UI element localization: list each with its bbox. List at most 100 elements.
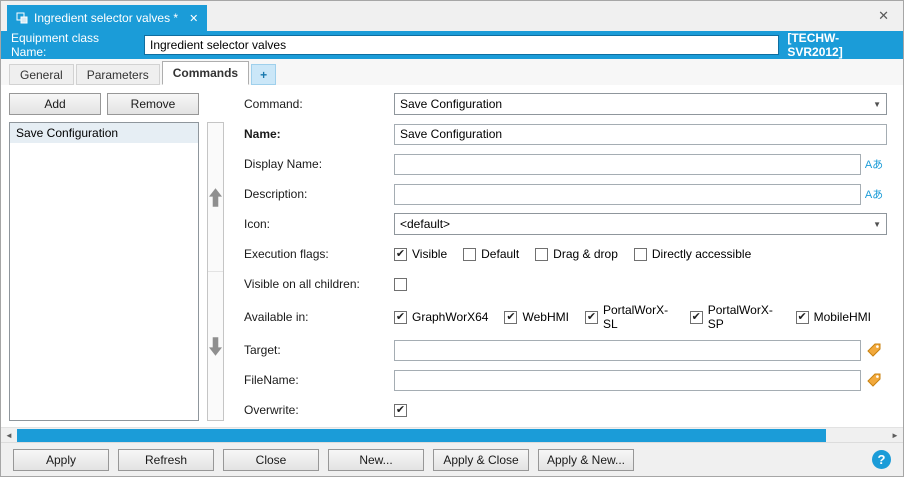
equipment-class-name-label: Equipment class Name: bbox=[11, 31, 100, 59]
checkbox-portalworx-sp[interactable]: PortalWorX-SP bbox=[689, 303, 780, 331]
description-row: Description: Aあ bbox=[244, 183, 887, 205]
tag-icon[interactable] bbox=[861, 343, 887, 357]
remove-button[interactable]: Remove bbox=[107, 93, 199, 115]
server-badge: [TECHW-SVR2012] bbox=[787, 31, 843, 59]
tag-icon[interactable] bbox=[861, 373, 887, 387]
help-icon[interactable]: ? bbox=[872, 450, 891, 469]
checkbox-graphworx64[interactable]: GraphWorX64 bbox=[394, 310, 488, 324]
target-row: Target: bbox=[244, 339, 887, 361]
tab-close-icon[interactable]: ✕ bbox=[189, 12, 198, 25]
list-item[interactable]: Save Configuration bbox=[10, 123, 198, 143]
new-button[interactable]: New... bbox=[328, 448, 424, 471]
checkbox-box bbox=[633, 247, 647, 261]
reorder-controls bbox=[207, 122, 224, 421]
checkbox-mobilehmi[interactable]: MobileHMI bbox=[795, 310, 871, 324]
checkbox-label: PortalWorX-SL bbox=[602, 303, 669, 331]
checkbox-directly-accessible[interactable]: Directly accessible bbox=[633, 247, 752, 261]
filename-row: FileName: bbox=[244, 369, 887, 391]
localize-icon[interactable]: Aあ bbox=[861, 186, 887, 202]
display-name-row: Display Name: Aあ bbox=[244, 153, 887, 175]
commands-listbox: Save Configuration bbox=[9, 122, 199, 421]
apply-button[interactable]: Apply bbox=[13, 448, 109, 471]
icon-label: Icon: bbox=[244, 217, 271, 231]
checkbox-box bbox=[689, 310, 703, 324]
checkbox-default[interactable]: Default bbox=[463, 247, 519, 261]
overwrite-row: Overwrite: bbox=[244, 399, 887, 421]
available-in-label: Available in: bbox=[244, 310, 309, 324]
checkbox-label: Drag & drop bbox=[553, 247, 618, 261]
tab-add-new[interactable]: + bbox=[251, 64, 277, 85]
apply-and-close-button[interactable]: Apply & Close bbox=[433, 448, 529, 471]
equipment-class-name-input[interactable] bbox=[144, 35, 780, 55]
checkbox-box bbox=[394, 310, 407, 324]
scroll-left-icon[interactable]: ◄ bbox=[1, 431, 17, 440]
command-label: Command: bbox=[244, 97, 303, 111]
command-form: Command: Save Configuration ▼ Name: Disp… bbox=[230, 93, 887, 421]
command-row: Command: Save Configuration ▼ bbox=[244, 93, 887, 115]
tab-parameters[interactable]: Parameters bbox=[75, 64, 160, 85]
checkbox-label: Directly accessible bbox=[651, 247, 752, 261]
refresh-button[interactable]: Refresh bbox=[118, 448, 214, 471]
checkbox-box bbox=[795, 310, 809, 324]
arrow-up-icon bbox=[209, 187, 222, 207]
scroll-right-icon[interactable]: ► bbox=[887, 431, 903, 440]
arrow-down-icon bbox=[209, 336, 222, 356]
checkbox-box bbox=[535, 247, 549, 261]
commands-panel: Add Remove Save Configuration Command: S… bbox=[1, 85, 903, 427]
checkbox-box bbox=[394, 247, 407, 261]
target-label: Target: bbox=[244, 343, 281, 357]
close-button[interactable]: Close bbox=[223, 448, 319, 471]
checkbox-visible[interactable]: Visible bbox=[394, 247, 447, 261]
document-tab[interactable]: Ingredient selector valves * ✕ bbox=[7, 5, 208, 31]
visible-on-all-children-label: Visible on all children: bbox=[244, 277, 360, 291]
display-name-input[interactable] bbox=[394, 153, 861, 175]
move-up-button[interactable] bbox=[208, 123, 223, 272]
name-label: Name: bbox=[244, 127, 281, 141]
add-button[interactable]: Add bbox=[9, 93, 101, 115]
icon-row: Icon: <default> ▼ bbox=[244, 213, 887, 235]
chevron-down-icon: ▼ bbox=[873, 99, 881, 109]
tab-general[interactable]: General bbox=[9, 64, 74, 85]
checkbox-box bbox=[584, 310, 598, 324]
apply-and-new-button[interactable]: Apply & New... bbox=[538, 448, 634, 471]
chevron-down-icon: ▼ bbox=[873, 219, 881, 229]
icon-dropdown-value: <default> bbox=[400, 217, 451, 231]
checkbox-label: MobileHMI bbox=[813, 310, 871, 324]
filename-input[interactable] bbox=[394, 369, 861, 391]
description-input[interactable] bbox=[394, 183, 861, 205]
execution-flags-label: Execution flags: bbox=[244, 247, 329, 261]
visible-on-all-children-checkbox[interactable] bbox=[394, 277, 412, 291]
tab-commands[interactable]: Commands bbox=[161, 61, 250, 85]
horizontal-scrollbar[interactable]: ◄ ► bbox=[1, 427, 903, 442]
equipment-class-editor-window: Ingredient selector valves * ✕ ✕ Equipme… bbox=[0, 0, 904, 477]
checkbox-box bbox=[463, 247, 477, 261]
overwrite-checkbox[interactable] bbox=[394, 403, 412, 417]
document-tab-bar: Ingredient selector valves * ✕ ✕ bbox=[1, 1, 903, 31]
icon-dropdown[interactable]: <default> ▼ bbox=[394, 213, 887, 235]
scrollbar-thumb[interactable] bbox=[17, 428, 827, 442]
overwrite-label: Overwrite: bbox=[244, 403, 299, 417]
available-in-row: Available in: GraphWorX64 WebHMI PortalW… bbox=[244, 303, 887, 331]
visible-on-all-children-row: Visible on all children: bbox=[244, 273, 887, 295]
localize-icon[interactable]: Aあ bbox=[861, 156, 887, 172]
checkbox-label: WebHMI bbox=[522, 310, 569, 324]
scrollbar-track[interactable] bbox=[17, 428, 887, 443]
command-dropdown-value: Save Configuration bbox=[400, 97, 503, 111]
name-input[interactable] bbox=[394, 123, 887, 145]
checkbox-drag-drop[interactable]: Drag & drop bbox=[535, 247, 618, 261]
equipment-class-icon bbox=[16, 12, 28, 24]
command-dropdown[interactable]: Save Configuration ▼ bbox=[394, 93, 887, 115]
target-input[interactable] bbox=[394, 339, 861, 361]
checkbox-webhmi[interactable]: WebHMI bbox=[504, 310, 569, 324]
footer-button-bar: Apply Refresh Close New... Apply & Close… bbox=[1, 442, 903, 476]
display-name-label: Display Name: bbox=[244, 157, 323, 171]
tab-strip: General Parameters Commands + bbox=[1, 59, 903, 85]
window-close-icon[interactable]: ✕ bbox=[870, 6, 897, 26]
checkbox-label: GraphWorX64 bbox=[412, 310, 489, 324]
name-row: Name: bbox=[244, 123, 887, 145]
checkbox-label: Default bbox=[481, 247, 520, 261]
move-down-button[interactable] bbox=[208, 272, 223, 420]
checkbox-portalworx-sl[interactable]: PortalWorX-SL bbox=[584, 303, 674, 331]
description-label: Description: bbox=[244, 187, 308, 201]
execution-flags-row: Execution flags: Visible Default Drag & … bbox=[244, 243, 887, 265]
